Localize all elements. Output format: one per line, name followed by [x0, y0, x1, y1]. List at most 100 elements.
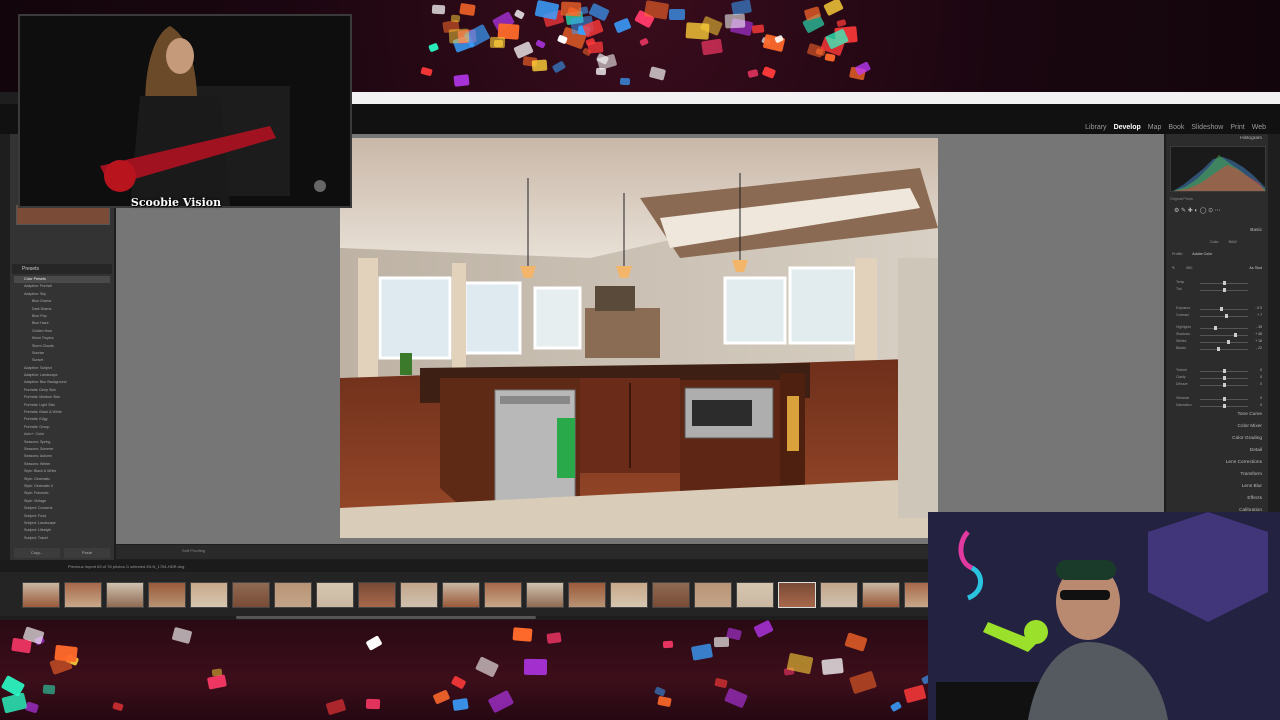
slider-tint[interactable]: Tint — [1176, 287, 1262, 293]
basic-panel-header[interactable]: Basic — [1170, 226, 1266, 236]
filmstrip-thumbnail[interactable] — [148, 582, 186, 608]
preset-item[interactable]: Adaptive: Sky — [14, 291, 110, 298]
treatment-bw[interactable]: B&W — [1229, 240, 1237, 244]
section-color-mixer[interactable]: Color Mixer — [1170, 422, 1266, 432]
copy-button[interactable]: Copy... — [14, 548, 60, 558]
window-titlebar[interactable] — [352, 92, 1280, 104]
filmstrip-thumbnail[interactable] — [400, 582, 438, 608]
slider-track[interactable] — [1200, 349, 1248, 350]
preset-item[interactable]: Subject: Landscape — [14, 520, 110, 527]
slider-knob[interactable] — [1234, 333, 1238, 337]
preset-item[interactable]: Seasons: Autumn — [14, 453, 110, 460]
filmstrip-thumbnail[interactable] — [736, 582, 774, 608]
section-lens-corrections[interactable]: Lens Corrections — [1170, 458, 1266, 468]
filmstrip-thumbnail[interactable] — [820, 582, 858, 608]
preset-item[interactable]: Dark Drama — [14, 306, 110, 313]
preset-item[interactable]: Portraits: Medium Skin — [14, 394, 110, 401]
filmstrip-thumbnail[interactable] — [64, 582, 102, 608]
slider-knob[interactable] — [1213, 326, 1217, 330]
slider-value[interactable]: - 35 — [1256, 325, 1262, 329]
presets-header[interactable]: Presets — [12, 264, 112, 274]
preset-item[interactable]: Storm Clouds — [14, 343, 110, 350]
slider-knob[interactable] — [1225, 314, 1229, 318]
preset-item[interactable]: Blue Pop — [14, 313, 110, 320]
slider-knob[interactable] — [1222, 404, 1226, 408]
slider-knob[interactable] — [1222, 281, 1226, 285]
preset-item[interactable]: Style: Futuristic — [14, 490, 110, 497]
section-detail[interactable]: Detail — [1170, 446, 1266, 456]
slider-track[interactable] — [1200, 328, 1248, 329]
treatment-color[interactable]: Color — [1210, 240, 1219, 244]
slider-whites[interactable]: Whites + 16 — [1176, 339, 1262, 345]
module-print[interactable]: Print — [1230, 124, 1244, 131]
slider-value[interactable]: 0 — [1260, 375, 1262, 379]
preset-item[interactable]: Portraits: Deep Skin — [14, 387, 110, 394]
slider-knob[interactable] — [1227, 340, 1231, 344]
slider-vibrance[interactable]: Vibrance 0 — [1176, 396, 1262, 402]
paste-button[interactable]: Paste — [64, 548, 110, 558]
slider-blacks[interactable]: Blacks - 22 — [1176, 346, 1262, 352]
section-transform[interactable]: Transform — [1170, 470, 1266, 480]
slider-knob[interactable] — [1216, 347, 1220, 351]
preset-item[interactable]: Subject: Concerts — [14, 505, 110, 512]
slider-knob[interactable] — [1220, 307, 1224, 311]
preset-item[interactable]: Auto+: Color — [14, 431, 110, 438]
slider-contrast[interactable]: Contrast + 7 — [1176, 313, 1262, 319]
filmstrip-thumbnail[interactable] — [106, 582, 144, 608]
preset-item[interactable]: Style: Black & White — [14, 468, 110, 475]
filmstrip-thumbnail[interactable] — [526, 582, 564, 608]
slider-track[interactable] — [1200, 309, 1248, 310]
filmstrip-scrollbar[interactable] — [236, 616, 536, 619]
preset-item[interactable]: Golden Hour — [14, 328, 110, 335]
slider-value[interactable]: 0 — [1260, 396, 1262, 400]
preset-item[interactable]: Style: Cinematic II — [14, 483, 110, 490]
preset-item[interactable]: Seasons: Spring — [14, 439, 110, 446]
slider-texture[interactable]: Texture 0 — [1176, 368, 1262, 374]
filmstrip-thumbnail[interactable] — [778, 582, 816, 608]
slider-knob[interactable] — [1222, 397, 1226, 401]
filmstrip-thumbnail[interactable] — [694, 582, 732, 608]
preset-item[interactable]: Sunrise — [14, 350, 110, 357]
preset-item[interactable]: Adaptive: Blur Background — [14, 379, 110, 386]
filmstrip-thumbnail[interactable] — [484, 582, 522, 608]
preset-item[interactable]: Seasons: Summer — [14, 446, 110, 453]
slider-knob[interactable] — [1222, 369, 1226, 373]
slider-shadows[interactable]: Shadows + 48 — [1176, 332, 1262, 338]
filmstrip-thumbnail[interactable] — [190, 582, 228, 608]
preset-item[interactable]: Seasons: Winter — [14, 461, 110, 468]
filmstrip-thumbnail[interactable] — [358, 582, 396, 608]
filmstrip-thumbnail[interactable] — [862, 582, 900, 608]
filmstrip-thumbnail[interactable] — [316, 582, 354, 608]
histogram-header[interactable]: Histogram — [1170, 134, 1266, 144]
slider-saturation[interactable]: Saturation 0 — [1176, 403, 1262, 409]
main-photo[interactable] — [340, 138, 938, 538]
wb-select[interactable]: As Shot — [1249, 266, 1262, 270]
filmstrip-thumbnail[interactable] — [232, 582, 270, 608]
preset-item[interactable]: Style: Cinematic — [14, 476, 110, 483]
preset-item[interactable]: Style: Vintage — [14, 498, 110, 505]
filmstrip-thumbnail[interactable] — [442, 582, 480, 608]
slider-value[interactable]: + 7 — [1257, 313, 1262, 317]
filmstrip-thumbnail[interactable] — [652, 582, 690, 608]
preset-item[interactable]: Sunset — [14, 357, 110, 364]
preset-item[interactable]: Adaptive: Portrait — [14, 283, 110, 290]
slider-value[interactable]: 0 — [1260, 403, 1262, 407]
preset-item[interactable]: Adaptive: Subject — [14, 365, 110, 372]
preset-item[interactable]: Portraits: Light Skin — [14, 402, 110, 409]
preset-item[interactable]: Portraits: Black & White — [14, 409, 110, 416]
section-lens-blur[interactable]: Lens Blur — [1170, 482, 1266, 492]
module-slideshow[interactable]: Slideshow — [1191, 124, 1223, 131]
slider-value[interactable]: + 48 — [1255, 332, 1262, 336]
filmstrip-thumbnail[interactable] — [274, 582, 312, 608]
preset-item[interactable]: Blue Haze — [14, 320, 110, 327]
preset-item[interactable]: Blue Drama — [14, 298, 110, 305]
slider-track[interactable] — [1200, 342, 1248, 343]
slider-exposure[interactable]: Exposure - 0.9 — [1176, 306, 1262, 312]
preset-item[interactable]: Portraits: Edgy — [14, 416, 110, 423]
slider-clarity[interactable]: Clarity 0 — [1176, 375, 1262, 381]
module-library[interactable]: Library — [1085, 124, 1106, 131]
module-map[interactable]: Map — [1148, 124, 1162, 131]
module-book[interactable]: Book — [1168, 124, 1184, 131]
slider-value[interactable]: - 22 — [1256, 346, 1262, 350]
section-effects[interactable]: Effects — [1170, 494, 1266, 504]
